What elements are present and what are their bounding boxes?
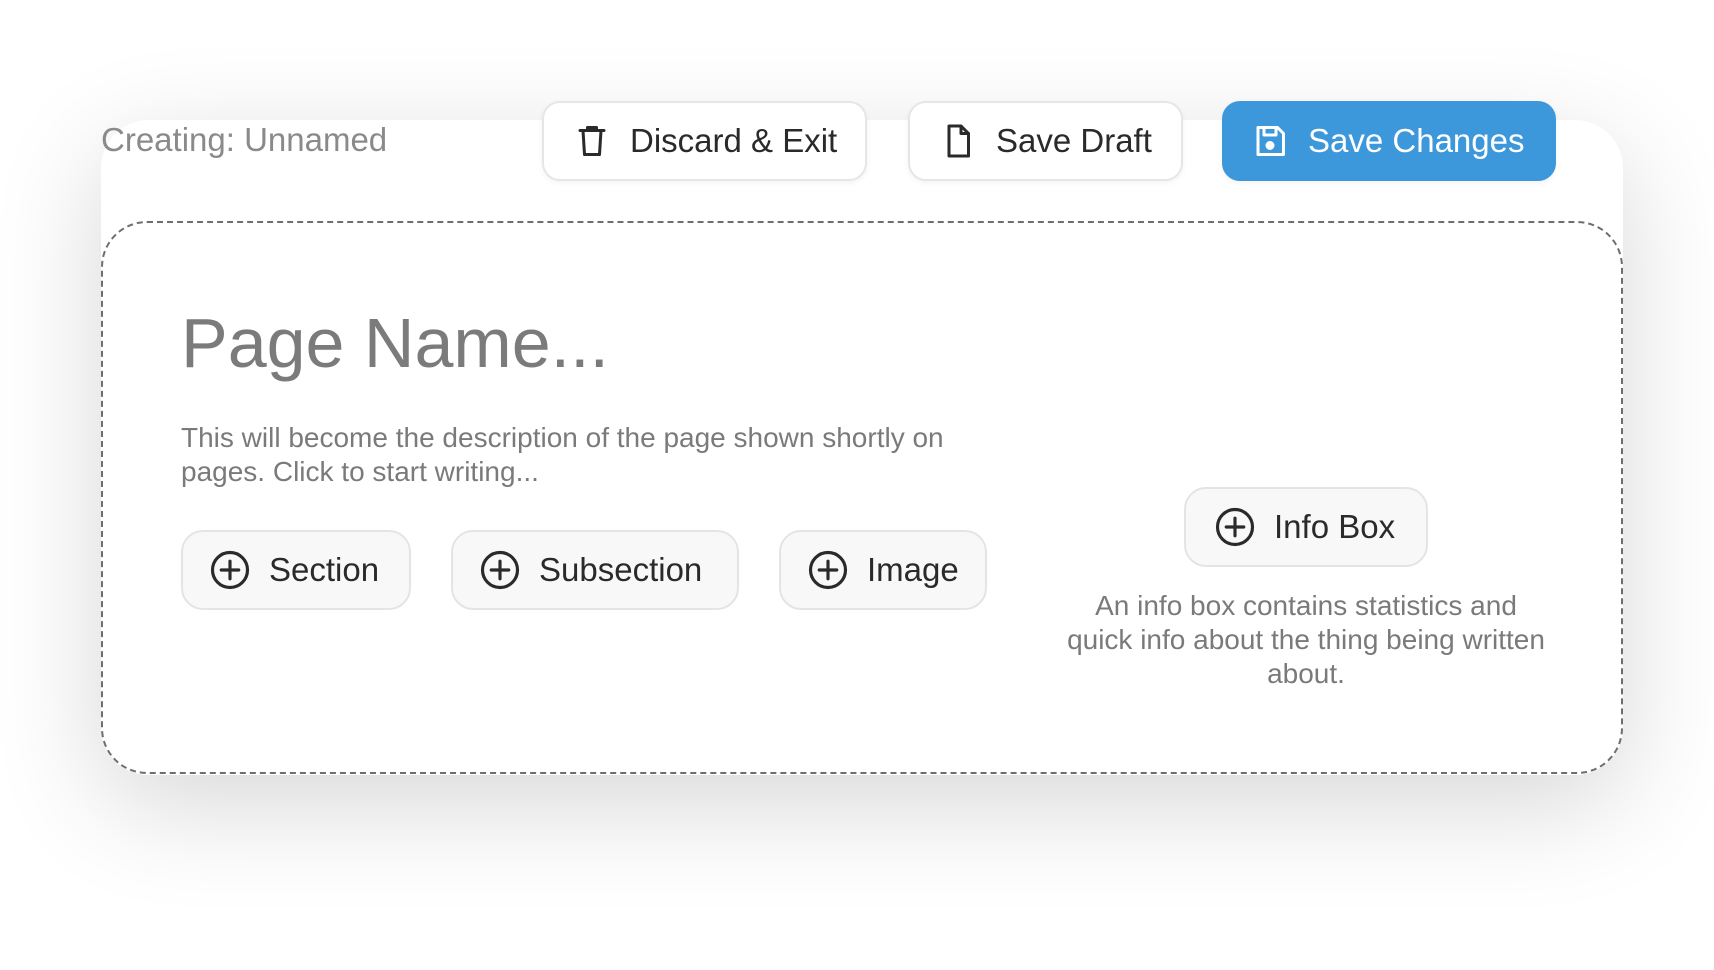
add-section-label: Section bbox=[269, 551, 380, 588]
discard-exit-button[interactable]: Discard & Exit bbox=[542, 101, 867, 181]
add-image-label: Image bbox=[867, 551, 959, 588]
trash-icon bbox=[574, 123, 610, 159]
file-icon bbox=[940, 123, 976, 159]
save-changes-label: Save Changes bbox=[1308, 122, 1525, 159]
page-description-input[interactable]: This will become the description of the … bbox=[181, 421, 981, 489]
add-info-box-button[interactable]: Info Box bbox=[1184, 487, 1428, 567]
page-editor: Creating: Unnamed Discard & Exit Save Dr… bbox=[0, 0, 1714, 970]
plus-circle-icon bbox=[479, 549, 521, 591]
info-box-description: An info box contains statistics and quic… bbox=[1067, 590, 1545, 689]
plus-circle-icon bbox=[807, 549, 849, 591]
creating-status: Creating: Unnamed bbox=[101, 121, 388, 158]
add-subsection-button[interactable]: Subsection bbox=[451, 530, 739, 610]
save-changes-button[interactable]: Save Changes bbox=[1222, 101, 1556, 181]
plus-circle-icon bbox=[1214, 506, 1256, 548]
plus-circle-icon bbox=[209, 549, 251, 591]
add-info-box-label: Info Box bbox=[1274, 508, 1396, 545]
page-name-input[interactable]: Page Name... bbox=[181, 303, 609, 383]
save-draft-button[interactable]: Save Draft bbox=[908, 101, 1183, 181]
floppy-disk-icon bbox=[1252, 123, 1288, 159]
save-draft-label: Save Draft bbox=[996, 122, 1152, 159]
discard-exit-label: Discard & Exit bbox=[630, 122, 838, 159]
add-image-button[interactable]: Image bbox=[779, 530, 987, 610]
add-subsection-label: Subsection bbox=[539, 551, 703, 588]
add-section-button[interactable]: Section bbox=[181, 530, 411, 610]
